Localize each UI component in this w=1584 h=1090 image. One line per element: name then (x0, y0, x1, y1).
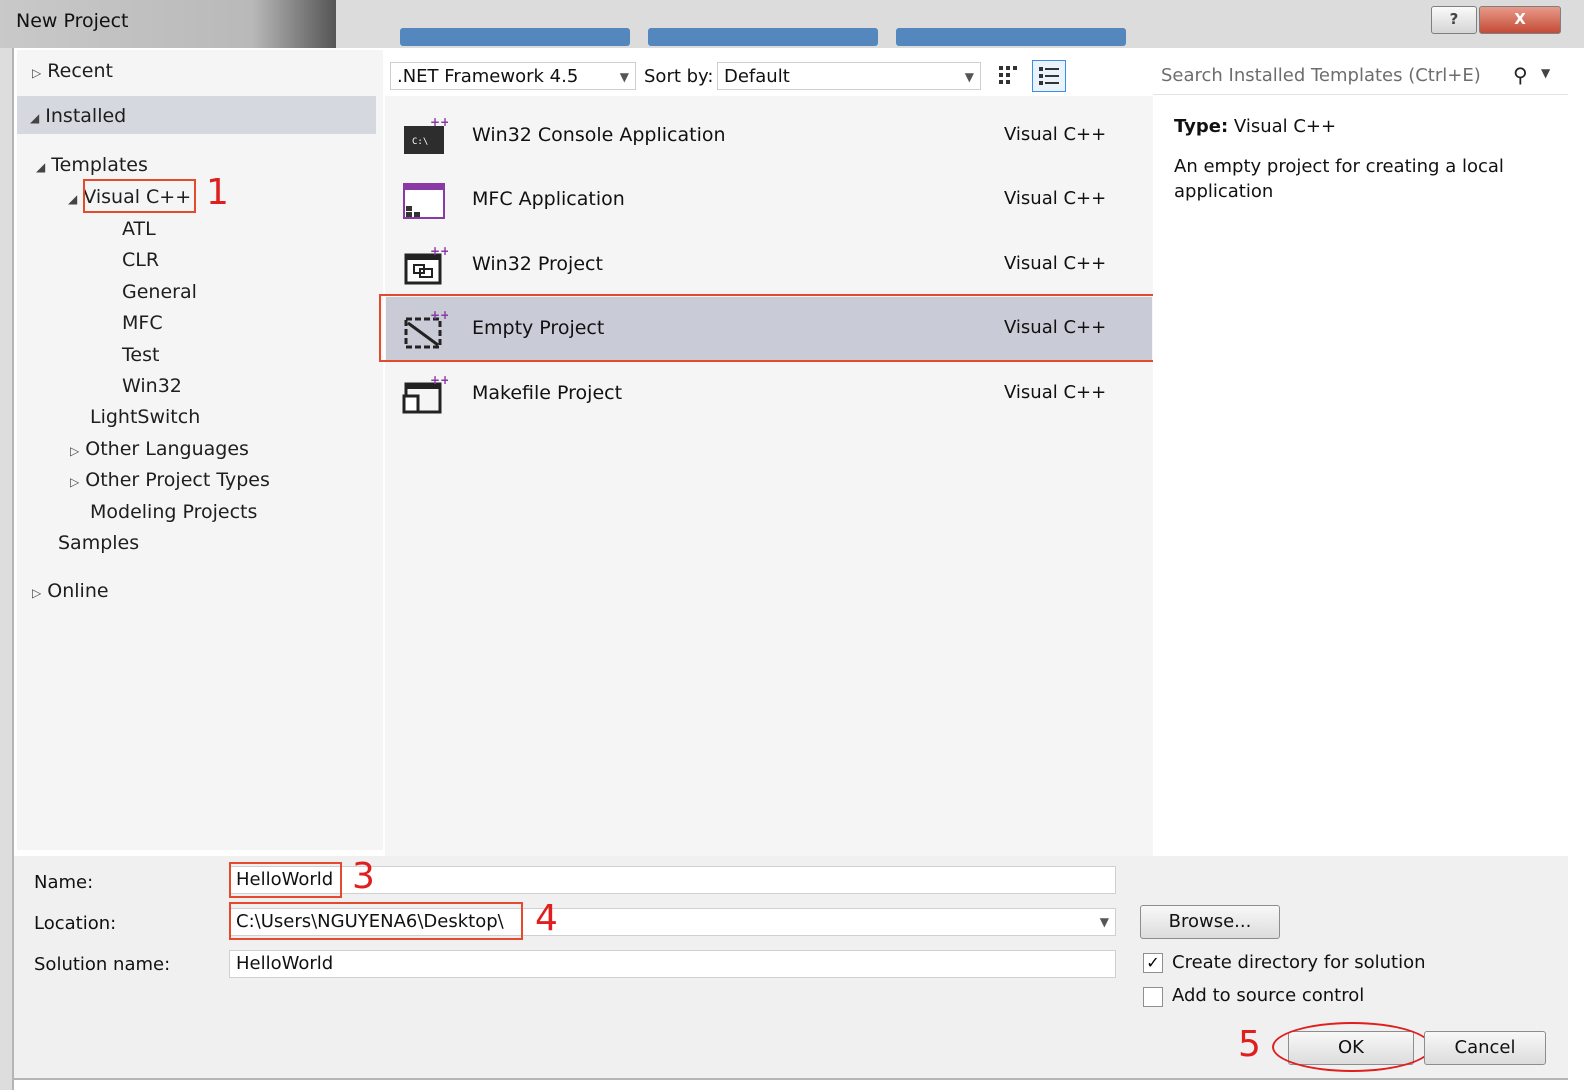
tree-item-win32[interactable]: Win32 (122, 375, 182, 397)
tree-item-lightswitch[interactable]: LightSwitch (90, 406, 200, 428)
window-title: New Project (16, 10, 129, 32)
template-description: An empty project for creating a local ap… (1174, 156, 1504, 202)
template-row[interactable]: MFC Application Visual C++ (386, 168, 1152, 232)
tree-item-label: Recent (47, 60, 113, 82)
background-taskbar-item (400, 28, 630, 46)
source-control-label: Add to source control (1172, 985, 1365, 1006)
type-label: Type: (1174, 116, 1229, 137)
tree-item-general[interactable]: General (122, 281, 197, 303)
win32-project-icon: ++ (404, 245, 448, 285)
solution-name-label: Solution name: (34, 954, 171, 975)
annotation-number-3: 3 (352, 856, 375, 897)
annotation-box-1 (83, 179, 196, 213)
dialog-bottom-border (14, 1078, 1568, 1080)
small-icons-view-icon[interactable] (996, 62, 1022, 90)
annotation-number-1: 1 (206, 172, 229, 213)
annotation-box-4 (229, 902, 523, 940)
create-directory-label: Create directory for solution (1172, 952, 1426, 973)
collapse-arrow-icon[interactable]: ◢ (30, 111, 39, 125)
expand-arrow-icon[interactable]: ▷ (32, 66, 41, 80)
window-edge (0, 48, 14, 1090)
template-language: Visual C++ (1004, 188, 1107, 209)
tree-item-clr[interactable]: CLR (122, 249, 159, 271)
details-view-icon[interactable] (1032, 60, 1066, 92)
annotation-box-3 (229, 862, 342, 898)
template-language: Visual C++ (1004, 253, 1107, 274)
template-name: MFC Application (472, 188, 625, 210)
tree-item-label: Other Languages (85, 438, 249, 460)
svg-text:++: ++ (430, 245, 448, 258)
source-control-checkbox[interactable] (1143, 987, 1163, 1007)
template-details-pane (1153, 96, 1568, 856)
annotation-box-2 (379, 294, 1158, 362)
mfc-app-icon (403, 183, 445, 219)
annotation-number-4: 4 (535, 898, 558, 939)
annotation-number-5: 5 (1238, 1024, 1261, 1065)
template-row[interactable]: C:\ ++ Win32 Console Application Visual … (386, 104, 1152, 168)
tree-item-label: Installed (45, 105, 127, 127)
search-icon[interactable]: ⚲ (1513, 63, 1528, 87)
tree-item-test[interactable]: Test (122, 344, 159, 366)
sort-value: Default (724, 66, 790, 87)
template-row[interactable]: ++ Makefile Project Visual C++ (386, 362, 1152, 426)
tree-item-label: Templates (51, 154, 148, 176)
tree-item-modeling-projects[interactable]: Modeling Projects (90, 501, 257, 523)
svg-text:C:\: C:\ (412, 137, 428, 147)
tree-item-recent[interactable]: ▷ Recent (32, 60, 113, 82)
console-app-icon: C:\ ++ (404, 116, 448, 154)
search-input[interactable]: Search Installed Templates (Ctrl+E) (1161, 65, 1481, 86)
location-label: Location: (34, 913, 117, 934)
svg-text:++: ++ (430, 116, 448, 129)
help-button[interactable]: ? (1431, 6, 1477, 34)
location-dropdown-arrow-icon[interactable]: ▼ (1100, 909, 1109, 935)
type-value: Visual C++ (1233, 116, 1337, 137)
sort-by-label: Sort by: (644, 66, 714, 87)
framework-dropdown[interactable]: .NET Framework 4.5 ▼ (390, 62, 636, 90)
tree-item-label: Online (47, 580, 109, 602)
dropdown-arrow-icon: ▼ (619, 70, 629, 84)
tree-item-online[interactable]: ▷ Online (32, 580, 109, 602)
close-button[interactable]: X (1479, 6, 1561, 34)
background-taskbar-item (648, 28, 878, 46)
create-directory-checkbox[interactable]: ✓ (1143, 953, 1163, 973)
template-name: Win32 Project (472, 253, 603, 275)
tree-item-templates[interactable]: ◢ Templates (36, 154, 148, 176)
search-box[interactable]: Search Installed Templates (Ctrl+E) ⚲ ▼ (1153, 58, 1568, 95)
template-name: Win32 Console Application (472, 124, 726, 146)
expand-arrow-icon[interactable]: ▷ (70, 475, 79, 489)
template-row[interactable]: ++ Win32 Project Visual C++ (386, 233, 1152, 297)
type-row: Type: Visual C++ (1174, 116, 1336, 137)
svg-text:++: ++ (430, 374, 448, 387)
annotation-ellipse-5 (1272, 1022, 1432, 1072)
expand-arrow-icon[interactable]: ▷ (70, 444, 79, 458)
tree-item-other-languages[interactable]: ▷ Other Languages (70, 438, 249, 460)
tree-item-mfc[interactable]: MFC (122, 312, 163, 334)
tree-item-atl[interactable]: ATL (122, 218, 156, 240)
expand-arrow-icon[interactable]: ▷ (32, 586, 41, 600)
search-options-arrow-icon[interactable]: ▼ (1541, 66, 1550, 80)
cancel-button[interactable]: Cancel (1424, 1031, 1546, 1065)
sort-by-dropdown[interactable]: Default ▼ (717, 62, 981, 90)
framework-value: .NET Framework 4.5 (397, 66, 579, 87)
makefile-project-icon: ++ (402, 374, 448, 414)
template-language: Visual C++ (1004, 382, 1107, 403)
tree-item-samples[interactable]: Samples (58, 532, 139, 554)
tree-item-other-project-types[interactable]: ▷ Other Project Types (70, 469, 270, 491)
dropdown-arrow-icon: ▼ (964, 70, 974, 84)
collapse-arrow-icon[interactable]: ◢ (68, 192, 77, 206)
collapse-arrow-icon[interactable]: ◢ (36, 160, 45, 174)
template-language: Visual C++ (1004, 124, 1107, 145)
template-name: Makefile Project (472, 382, 623, 404)
name-label: Name: (34, 872, 94, 893)
browse-button[interactable]: Browse... (1140, 905, 1280, 939)
background-taskbar-item (896, 28, 1126, 46)
tree-item-label: Other Project Types (85, 469, 270, 491)
tree-item-installed[interactable]: ◢ Installed (30, 105, 126, 127)
solution-name-input[interactable]: HelloWorld (229, 950, 1116, 978)
